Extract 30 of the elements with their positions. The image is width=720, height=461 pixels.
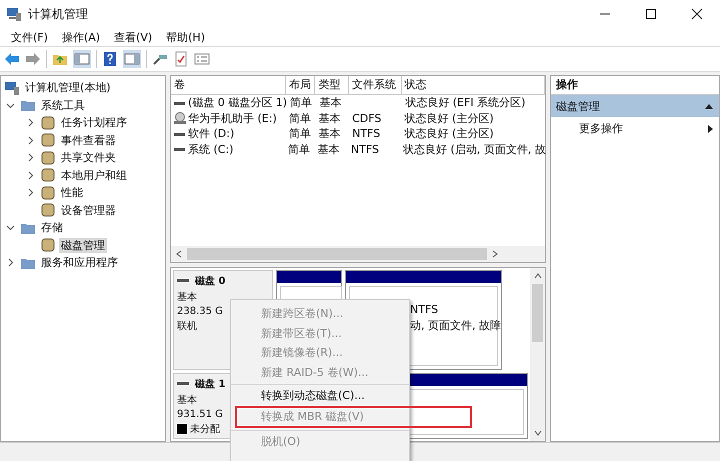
table-cell: CDFS (352, 112, 382, 125)
table-cell: 基本 (318, 110, 340, 126)
window-title: 计算机管理 (28, 6, 88, 22)
disk-name: 磁盘 1 (195, 378, 226, 391)
table-cell: NTFS (352, 127, 380, 140)
table-cell: 软件 (D:) (188, 126, 234, 142)
table-cell: 状态良好 (启动, 页面文件, 故 (403, 142, 546, 157)
table-cell: NTFS (350, 142, 379, 156)
disk-info: 基本 (177, 290, 197, 304)
table-cell: 系统 (C:) (188, 142, 234, 157)
table-cell: 简单 (290, 95, 312, 110)
table-cell: 状态良好 (EFI 系统分区) (405, 95, 526, 110)
table-cell: (磁盘 0 磁盘分区 1) (188, 95, 288, 110)
table-cell: 简单 (288, 110, 311, 126)
disk-info: 联机 (177, 320, 197, 333)
table-cell: 基本 (317, 142, 340, 157)
partition-info: NTFS (410, 303, 440, 316)
table-cell: 基本 (320, 95, 342, 110)
disk-info: 基本 (177, 394, 197, 407)
table-cell: 状态良好 (主分区) (404, 126, 494, 142)
table-cell: 简单 (288, 126, 311, 142)
table-cell: 基本 (318, 126, 340, 142)
table-cell: 华为手机助手 (E:) (188, 110, 277, 126)
table-cell: 简单 (288, 142, 310, 157)
legend-label: 未分配 (190, 422, 220, 436)
table-cell: 状态良好 (主分区) (404, 110, 494, 126)
disk-info: 238.35 G (177, 306, 223, 317)
disk-name: 磁盘 0 (195, 274, 226, 288)
disk-info: 931.51 G (177, 409, 223, 420)
section-title: 磁盘管理 (556, 98, 600, 114)
